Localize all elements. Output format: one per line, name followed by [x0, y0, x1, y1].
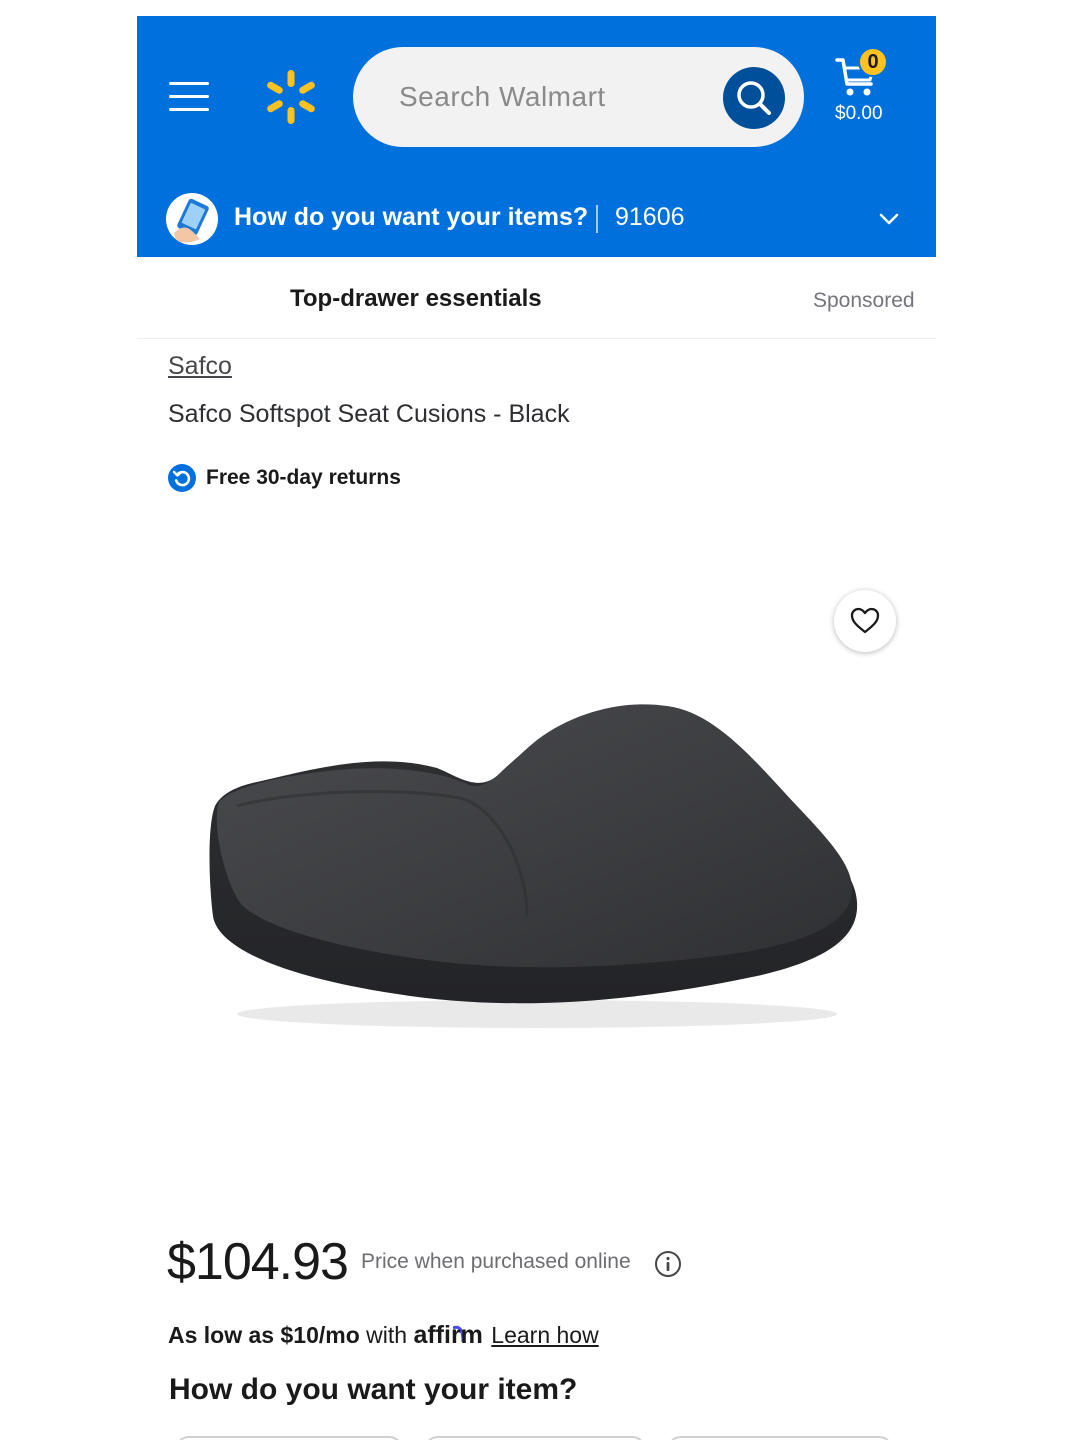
- cart-total: $0.00: [835, 103, 883, 124]
- search-icon: [737, 81, 771, 115]
- cart-button[interactable]: 0 $0.00: [825, 46, 895, 131]
- returns-icon: [168, 464, 196, 492]
- search-button[interactable]: [723, 67, 785, 129]
- search-bar[interactable]: [353, 47, 804, 147]
- delivery-selector[interactable]: How do you want your items? 91606: [137, 183, 936, 257]
- learn-how-link[interactable]: Learn how: [491, 1322, 598, 1348]
- search-input[interactable]: [399, 77, 719, 117]
- sponsored-banner: Top-drawer essentials Sponsored: [137, 257, 936, 339]
- product-image[interactable]: [197, 676, 877, 1036]
- info-icon[interactable]: [654, 1250, 682, 1278]
- heart-icon: [850, 607, 880, 634]
- sponsored-label: Sponsored: [813, 289, 915, 312]
- affirm-logo: affirm: [413, 1321, 483, 1349]
- product-price: $104.93: [167, 1233, 349, 1291]
- product-title: Safco Softspot Seat Cusions - Black: [168, 400, 570, 428]
- fulfillment-option-pickup[interactable]: [424, 1436, 646, 1440]
- top-header: 0 $0.00 How do you want your items? 9160…: [137, 16, 936, 257]
- delivery-divider: [596, 205, 598, 233]
- fulfillment-heading: How do you want your item?: [169, 1373, 578, 1406]
- fulfillment-option-shipping[interactable]: [175, 1436, 403, 1440]
- delivery-prompt: How do you want your items?: [234, 203, 589, 231]
- fulfillment-option-delivery[interactable]: [667, 1436, 893, 1440]
- app-frame: 0 $0.00 How do you want your items? 9160…: [137, 16, 936, 1440]
- affirm-with: with: [366, 1322, 408, 1348]
- cart-count-badge: 0: [858, 47, 888, 77]
- walmart-spark-icon[interactable]: [263, 68, 319, 126]
- returns-text: Free 30-day returns: [206, 466, 401, 489]
- delivery-phone-icon: [166, 193, 218, 245]
- favorite-button[interactable]: [834, 590, 896, 652]
- delivery-zip: 91606: [615, 203, 685, 231]
- price-note: Price when purchased online: [361, 1250, 631, 1273]
- brand-link[interactable]: Safco: [168, 352, 232, 381]
- affirm-financing: As low as $10/mo with affirm Learn how: [168, 1321, 599, 1350]
- chevron-down-icon: [879, 213, 899, 225]
- sponsored-title[interactable]: Top-drawer essentials: [290, 285, 542, 313]
- affirm-prefix: As low as $10/mo: [168, 1322, 360, 1348]
- menu-icon[interactable]: [167, 78, 211, 116]
